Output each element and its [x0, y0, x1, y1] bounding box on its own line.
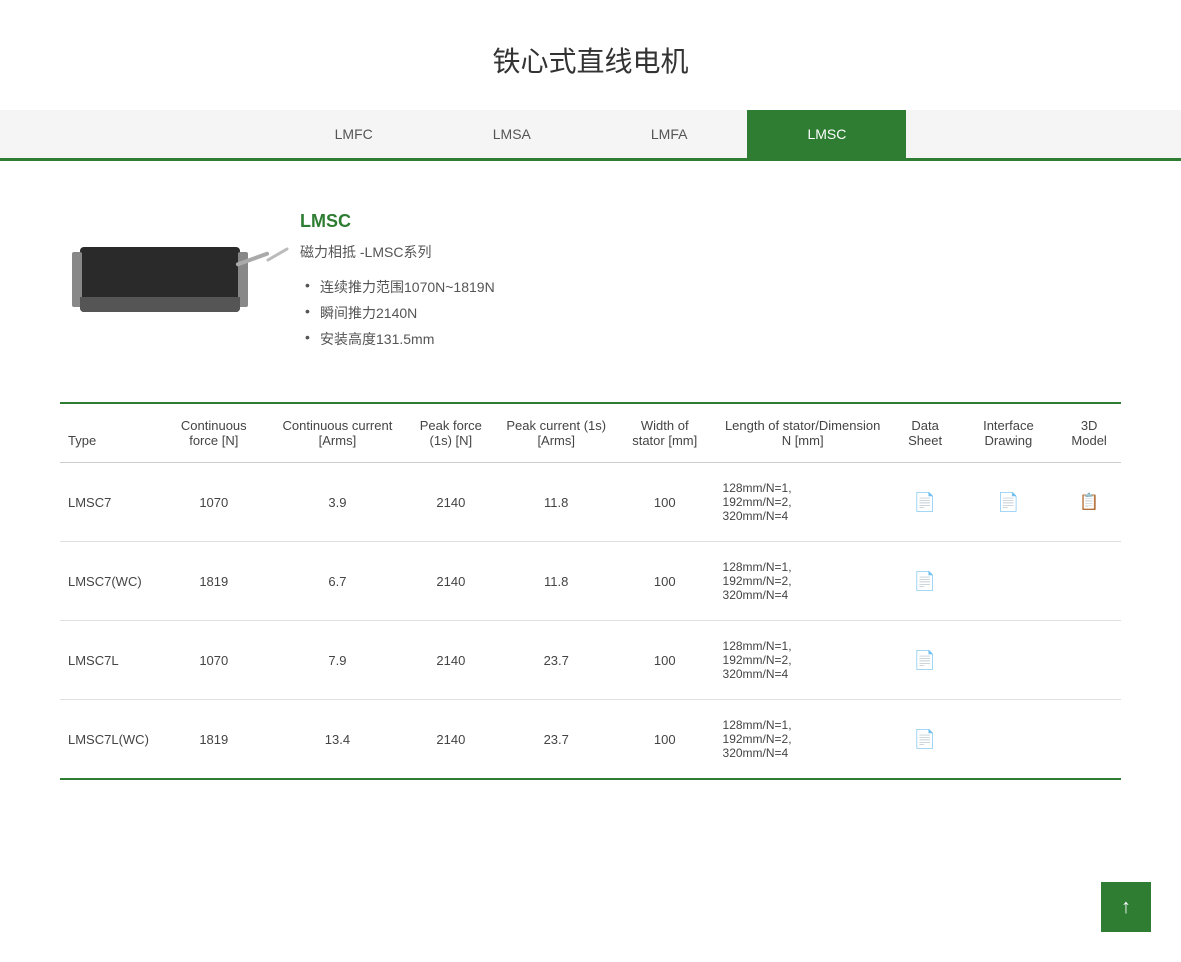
tab-lmfc[interactable]: LMFC	[275, 110, 433, 158]
table-row: LMSC7L(WC) 1819 13.4 2140 23.7 100 128mm…	[60, 700, 1121, 780]
cell-peak-force: 2140	[404, 621, 497, 700]
product-features: 连续推力范围1070N~1819N 瞬间推力2140N 安装高度131.5mm	[300, 274, 1121, 352]
cell-cont-force: 1070	[157, 621, 271, 700]
tabs-bar: LMFC LMSA LMFA LMSC	[0, 110, 1181, 161]
cell-type: LMSC7(WC)	[60, 542, 157, 621]
table-section: Type Continuous force [N] Continuous cur…	[60, 402, 1121, 780]
cell-width: 100	[615, 542, 715, 621]
cell-interface	[960, 700, 1058, 780]
col-header-datasheet: Data Sheet	[891, 404, 960, 463]
cell-width: 100	[615, 700, 715, 780]
cell-width: 100	[615, 463, 715, 542]
product-info: LMSC 磁力相抵 -LMSC系列 连续推力范围1070N~1819N 瞬间推力…	[300, 211, 1121, 352]
cell-cont-current: 13.4	[271, 700, 404, 780]
cell-length: 128mm/N=1, 192mm/N=2, 320mm/N=4	[715, 542, 891, 621]
cell-3d	[1057, 621, 1121, 700]
col-header-cont-force: Continuous force [N]	[157, 404, 271, 463]
col-header-length: Length of stator/Dimension N [mm]	[715, 404, 891, 463]
datasheet-pdf-icon[interactable]: 📄	[914, 492, 936, 512]
datasheet-pdf-icon[interactable]: 📄	[914, 729, 936, 749]
col-header-cont-current: Continuous current [Arms]	[271, 404, 404, 463]
cell-cont-current: 3.9	[271, 463, 404, 542]
specs-table: Type Continuous force [N] Continuous cur…	[60, 404, 1121, 780]
interface-pdf-icon[interactable]: 📄	[997, 492, 1019, 512]
cell-cont-current: 7.9	[271, 621, 404, 700]
cell-datasheet[interactable]: 📄	[891, 621, 960, 700]
cell-datasheet[interactable]: 📄	[891, 463, 960, 542]
cell-3d[interactable]: 📋	[1057, 463, 1121, 542]
feature-3: 安装高度131.5mm	[300, 326, 1121, 352]
table-header-row: Type Continuous force [N] Continuous cur…	[60, 404, 1121, 463]
cell-peak-force: 2140	[404, 542, 497, 621]
datasheet-pdf-icon[interactable]: 📄	[914, 571, 936, 591]
product-subtitle: 磁力相抵 -LMSC系列	[300, 242, 1121, 262]
tab-lmsa[interactable]: LMSA	[433, 110, 591, 158]
page-title: 铁心式直线电机	[0, 0, 1181, 110]
datasheet-pdf-icon[interactable]: 📄	[914, 650, 936, 670]
cell-datasheet[interactable]: 📄	[891, 700, 960, 780]
col-header-interface: Interface Drawing	[960, 404, 1058, 463]
cell-cont-force: 1819	[157, 700, 271, 780]
cell-length: 128mm/N=1, 192mm/N=2, 320mm/N=4	[715, 700, 891, 780]
feature-1: 连续推力范围1070N~1819N	[300, 274, 1121, 300]
product-name: LMSC	[300, 211, 1121, 232]
col-header-peak-force: Peak force (1s) [N]	[404, 404, 497, 463]
col-header-type: Type	[60, 404, 157, 463]
cell-cont-current: 6.7	[271, 542, 404, 621]
cell-interface	[960, 542, 1058, 621]
cell-type: LMSC7	[60, 463, 157, 542]
cell-peak-current: 11.8	[498, 463, 615, 542]
back-to-top-button[interactable]: ↑	[1101, 882, 1151, 932]
cell-type: LMSC7L	[60, 621, 157, 700]
cell-type: LMSC7L(WC)	[60, 700, 157, 780]
cell-interface[interactable]: 📄	[960, 463, 1058, 542]
col-header-3d: 3D Model	[1057, 404, 1121, 463]
cell-peak-current: 23.7	[498, 700, 615, 780]
tab-lmfa[interactable]: LMFA	[591, 110, 748, 158]
tab-lmsc[interactable]: LMSC	[747, 110, 906, 158]
cell-length: 128mm/N=1, 192mm/N=2, 320mm/N=4	[715, 463, 891, 542]
table-row: LMSC7 1070 3.9 2140 11.8 100 128mm/N=1, …	[60, 463, 1121, 542]
cell-3d	[1057, 700, 1121, 780]
product-section: LMSC 磁力相抵 -LMSC系列 连续推力范围1070N~1819N 瞬间推力…	[60, 191, 1121, 382]
cell-cont-force: 1070	[157, 463, 271, 542]
motor-illustration	[70, 237, 250, 327]
col-header-peak-current: Peak current (1s) [Arms]	[498, 404, 615, 463]
product-image	[60, 211, 260, 352]
cell-3d	[1057, 542, 1121, 621]
cell-datasheet[interactable]: 📄	[891, 542, 960, 621]
feature-2: 瞬间推力2140N	[300, 300, 1121, 326]
table-row: LMSC7(WC) 1819 6.7 2140 11.8 100 128mm/N…	[60, 542, 1121, 621]
cell-peak-current: 11.8	[498, 542, 615, 621]
cell-peak-current: 23.7	[498, 621, 615, 700]
col-header-width: Width of stator [mm]	[615, 404, 715, 463]
cell-width: 100	[615, 621, 715, 700]
3d-model-icon[interactable]: 📋	[1079, 494, 1099, 511]
table-row: LMSC7L 1070 7.9 2140 23.7 100 128mm/N=1,…	[60, 621, 1121, 700]
cell-cont-force: 1819	[157, 542, 271, 621]
cell-length: 128mm/N=1, 192mm/N=2, 320mm/N=4	[715, 621, 891, 700]
cell-interface	[960, 621, 1058, 700]
cell-peak-force: 2140	[404, 463, 497, 542]
content-area: LMSC 磁力相抵 -LMSC系列 连续推力范围1070N~1819N 瞬间推力…	[0, 161, 1181, 840]
cell-peak-force: 2140	[404, 700, 497, 780]
